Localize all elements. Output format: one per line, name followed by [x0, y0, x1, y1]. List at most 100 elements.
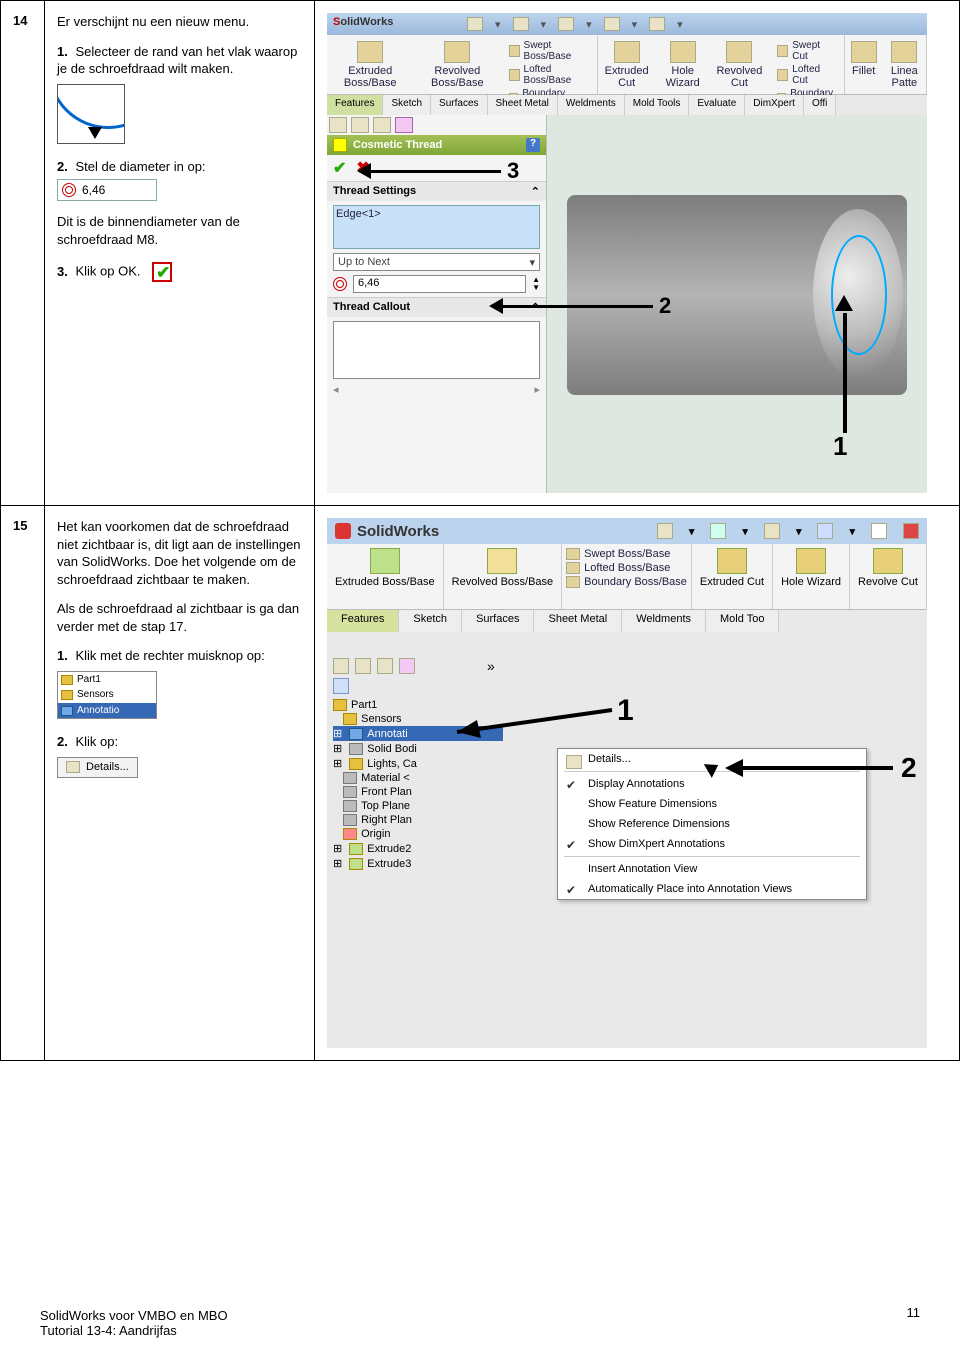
node-lights[interactable]: ⊞ Lights, Ca: [333, 756, 503, 771]
ribbon-15: Extruded Boss/Base Revolved Boss/Base Sw…: [327, 544, 927, 610]
tab-sketch[interactable]: Sketch: [383, 95, 431, 115]
print-icon[interactable]: [604, 17, 620, 31]
node-rightplane[interactable]: Right Plan: [333, 813, 503, 827]
solidworks-screenshot-15: SolidWorks ▾ ▾ ▾ ▾ Extruded Boss/Base: [327, 518, 927, 1048]
revolved-cut-15[interactable]: Revolve Cut: [850, 544, 927, 609]
step15-li2-text: Klik op:: [75, 734, 118, 749]
diameter-field[interactable]: 6,46: [353, 275, 526, 293]
node-origin[interactable]: Origin: [333, 827, 503, 841]
tab-surfaces[interactable]: Surfaces: [431, 95, 487, 115]
tree-tab4-icon[interactable]: [399, 658, 415, 674]
print-icon-15[interactable]: [764, 523, 780, 539]
undo-icon[interactable]: [649, 17, 665, 31]
node-extrude2[interactable]: ⊞ Extrude2: [333, 841, 503, 856]
step14-li2: 2. Stel de diameter in op: 6,46 Dit is d…: [57, 158, 302, 249]
swept-boss-15[interactable]: Swept Boss/Base: [566, 547, 687, 561]
tab-office[interactable]: Offi: [804, 95, 836, 115]
pm-tab-icon[interactable]: [329, 117, 347, 133]
fillet-button[interactable]: Fillet: [845, 37, 883, 92]
undo-icon-15[interactable]: [817, 523, 833, 539]
node-frontplane[interactable]: Front Plan: [333, 785, 503, 799]
step15-li1-text: Klik met de rechter muisknop op:: [75, 648, 264, 663]
revolved-cut-button[interactable]: Revolved Cut: [710, 37, 769, 92]
node-solidbodies[interactable]: ⊞ Solid Bodi: [333, 741, 503, 756]
ctx-insert-annotation-view[interactable]: Insert Annotation View: [558, 859, 866, 879]
open-icon[interactable]: [513, 17, 529, 31]
extruded-cut-button[interactable]: Extruded Cut: [598, 37, 656, 92]
hole-wizard-15[interactable]: Hole Wizard: [773, 544, 850, 609]
tab-moldtools-15[interactable]: Mold Too: [706, 610, 779, 632]
extruded-boss-15[interactable]: Extruded Boss/Base: [327, 544, 444, 609]
tab-features[interactable]: Features: [327, 95, 383, 115]
revolved-boss-button[interactable]: Revolved Boss/Base: [413, 37, 501, 92]
tree-tab3-icon[interactable]: [377, 658, 393, 674]
tab-weldments[interactable]: Weldments: [558, 95, 625, 115]
tab-surfaces-15[interactable]: Surfaces: [462, 610, 534, 632]
solidworks-screenshot-14: SolidWorks ▾ ▾ ▾ ▾ ▾ Extruded Boss/Base: [327, 13, 927, 493]
quick-toolbar: ▾ ▾ ▾ ▾ ▾: [467, 13, 683, 35]
revolved-boss-15[interactable]: Revolved Boss/Base: [444, 544, 563, 609]
tab-moldtools[interactable]: Mold Tools: [625, 95, 690, 115]
tab-sheetmetal[interactable]: Sheet Metal: [488, 95, 558, 115]
step14-li3: 3. Klik op OK.: [57, 262, 302, 282]
tree-tab2-icon[interactable]: [355, 658, 371, 674]
ctx-auto-place[interactable]: Automatically Place into Annotation View…: [558, 879, 866, 899]
filter-icon[interactable]: [333, 678, 349, 694]
tab-sketch-15[interactable]: Sketch: [399, 610, 462, 632]
pm-tab-icon3[interactable]: [373, 117, 391, 133]
boss-sub-15: Swept Boss/Base Lofted Boss/Base Boundar…: [562, 544, 692, 609]
ctx-show-ref-dims[interactable]: Show Reference Dimensions: [558, 814, 866, 834]
swept-boss-button[interactable]: Swept Boss/Base: [505, 39, 593, 63]
marker-2-15: 2: [725, 752, 917, 784]
save-icon-15[interactable]: [710, 523, 726, 539]
tab-dimxpert[interactable]: DimXpert: [745, 95, 804, 115]
select-icon-15[interactable]: [871, 523, 887, 539]
node-material[interactable]: Material <: [333, 771, 503, 785]
lofted-boss-15[interactable]: Lofted Boss/Base: [566, 561, 687, 575]
details-button-thumb: Details...: [57, 757, 138, 778]
diameter-value: 6,46: [82, 182, 105, 198]
tree-tab1-icon[interactable]: [333, 658, 349, 674]
feature-tree: » Part1 Sensors ⊞ Annotati ⊞ Solid Bodi …: [333, 658, 503, 871]
ok-button[interactable]: ✔: [333, 158, 346, 178]
extruded-boss-button[interactable]: Extruded Boss/Base: [327, 37, 413, 92]
ctx-show-feature-dims[interactable]: Show Feature Dimensions: [558, 794, 866, 814]
node-extrude3[interactable]: ⊞ Extrude3: [333, 856, 503, 871]
hole-wizard-button[interactable]: Hole Wizard: [655, 37, 710, 92]
step-number-14: 14: [1, 1, 45, 506]
diameter-row: 6,46 ▲▼: [333, 275, 540, 293]
tab-weldments-15[interactable]: Weldments: [622, 610, 706, 632]
help-icon[interactable]: ?: [526, 138, 540, 152]
pm-tab-icon4[interactable]: [395, 117, 413, 133]
new-icon[interactable]: [467, 17, 483, 31]
step15-li2-num: 2.: [57, 734, 68, 749]
thread-callout-box[interactable]: [333, 321, 540, 379]
thread-settings-section[interactable]: Thread Settings⌃: [327, 181, 546, 201]
swept-cut-button[interactable]: Swept Cut: [773, 39, 840, 63]
step14-li2-text: Stel de diameter in op:: [75, 159, 205, 174]
new-icon-15[interactable]: [657, 523, 673, 539]
node-topplane[interactable]: Top Plane: [333, 799, 503, 813]
save-icon[interactable]: [558, 17, 574, 31]
tab-evaluate[interactable]: Evaluate: [689, 95, 745, 115]
lofted-cut-button[interactable]: Lofted Cut: [773, 63, 840, 87]
edge-selection-box[interactable]: Edge<1>: [333, 205, 540, 249]
chevron-icon[interactable]: »: [487, 658, 503, 674]
upto-dropdown[interactable]: Up to Next▾: [333, 253, 540, 271]
boundary-boss-15[interactable]: Boundary Boss/Base: [566, 575, 687, 589]
ctx-show-dimxpert[interactable]: Show DimXpert Annotations: [558, 834, 866, 854]
rebuild-icon-15[interactable]: [903, 523, 919, 539]
lofted-boss-button[interactable]: Lofted Boss/Base: [505, 63, 593, 87]
linear-pattern-button[interactable]: Linea Patte: [883, 37, 926, 92]
mini-tree-sensors: Sensors: [58, 687, 156, 703]
step14-li2-num: 2.: [57, 159, 68, 174]
tab-sheetmetal-15[interactable]: Sheet Metal: [534, 610, 622, 632]
extruded-cut-15[interactable]: Extruded Cut: [692, 544, 773, 609]
page-footer: SolidWorks voor VMBO en MBO Tutorial 13-…: [40, 1308, 920, 1338]
tab-features-15[interactable]: Features: [327, 610, 399, 632]
sw-logo-icon: [335, 523, 351, 539]
app-titlebar-15: SolidWorks ▾ ▾ ▾ ▾: [327, 518, 927, 544]
mini-tree-annotations: Annotatio: [58, 703, 156, 719]
mouse-cursor-icon: [707, 760, 723, 780]
pm-tab-icon2[interactable]: [351, 117, 369, 133]
